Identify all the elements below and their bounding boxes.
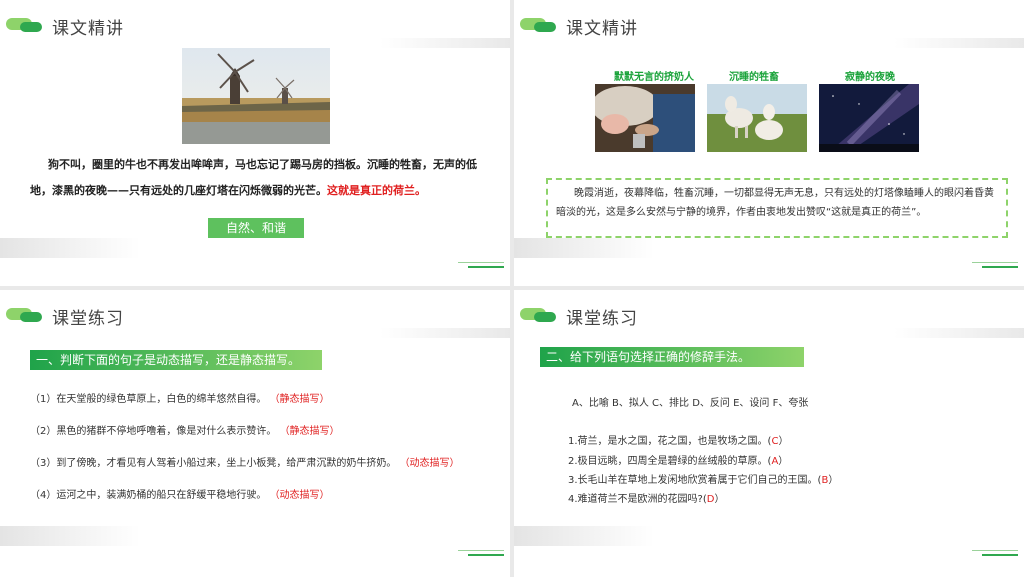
decor-line xyxy=(972,550,1018,551)
slide-title: 课文精讲 xyxy=(52,19,124,39)
question-text: （2）黑色的猪群不停地呼噜着，像是对什么表示赞许。 xyxy=(30,426,277,437)
question-item: 4.难道荷兰不是欧洲的花园吗?(D） xyxy=(568,490,724,505)
image-caption: 寂静的夜晚 xyxy=(845,72,895,83)
decor-line xyxy=(972,262,1018,263)
slide-title: 课堂练习 xyxy=(566,309,638,329)
leaf-logo-icon xyxy=(6,16,42,34)
question-item: （4）运河之中，装满奶桶的船只在舒缓平稳地行驶。 （动态描写） xyxy=(30,486,330,501)
question-item: 2.极目远眺，四周全是碧绿的丝绒般的草原。(A） xyxy=(568,452,788,467)
decor-fade xyxy=(514,526,654,546)
options-line: A、比喻 B、拟人 C、排比 D、反问 E、设问 F、夸张 xyxy=(572,398,809,409)
summary-box: 晚霞消逝，夜幕降临，牲畜沉睡，一切都显得无声无息，只有远处的灯塔像瞌睡人的眼闪着… xyxy=(546,178,1008,238)
question-end: ） xyxy=(714,494,725,505)
theme-tag: 自然、和谐 xyxy=(208,218,304,238)
decor-fade xyxy=(380,38,510,48)
leaf-logo-icon xyxy=(520,306,556,324)
question-text: （4）运河之中，装满奶桶的船只在舒缓平稳地行驶。 xyxy=(30,490,267,501)
question-text: 2.极目远眺，四周全是碧绿的丝绒般的草原。( xyxy=(568,456,772,467)
night-sky-photo xyxy=(819,84,919,152)
answer-text: （静态描写） xyxy=(279,426,340,437)
question-item: 3.长毛山羊在草地上发闲地欣赏着属于它们自己的王国。(B） xyxy=(568,471,838,486)
answer-text: （静态描写） xyxy=(269,394,330,405)
question-text: 4.难道荷兰不是欧洲的花园吗?( xyxy=(568,494,707,505)
question-end: ） xyxy=(778,436,789,447)
question-text: 1.荷兰，是水之国，花之国，也是牧场之国。( xyxy=(568,436,772,447)
image-caption: 沉睡的牲畜 xyxy=(729,72,779,83)
decor-fade xyxy=(894,38,1024,48)
decor-line xyxy=(982,266,1018,268)
answer-text: （动态描写） xyxy=(269,490,330,501)
slide-2: 课文精讲 默默无言的挤奶人 沉睡的牲畜 寂静的夜晚 晚霞消逝，夜幕降临，牲畜沉睡… xyxy=(514,0,1024,286)
decor-fade xyxy=(380,328,510,338)
lambs-photo xyxy=(707,84,807,152)
question-text: 3.长毛山羊在草地上发闲地欣赏着属于它们自己的王国。( xyxy=(568,475,822,486)
slide-4: 课堂练习 二、给下列语句选择正确的修辞手法。 A、比喻 B、拟人 C、排比 D、… xyxy=(514,290,1024,577)
question-item: （1）在天堂般的绿色草原上，白色的绵羊悠然自得。 （静态描写） xyxy=(30,390,330,405)
decor-fade xyxy=(894,328,1024,338)
question-end: ） xyxy=(828,475,839,486)
leaf-logo-icon xyxy=(520,16,556,34)
answer-text: （动态描写） xyxy=(399,458,460,469)
decor-line xyxy=(458,550,504,551)
question-item: （3）到了傍晚，才看见有人驾着小船过来，坐上小板凳，给严肃沉默的奶牛挤奶。 （动… xyxy=(30,454,460,469)
slide-1: 课文精讲 狗不叫，圈里的牛也不再发出哞哞声，马也忘记了踢马房的挡板。沉睡的牲畜，… xyxy=(0,0,510,286)
question-end: ） xyxy=(778,456,789,467)
question-text: （3）到了傍晚，才看见有人驾着小船过来，坐上小板凳，给严肃沉默的奶牛挤奶。 xyxy=(30,458,397,469)
highlight-text: 这就是真正的荷兰。 xyxy=(327,184,426,197)
leaf-logo-icon xyxy=(6,306,42,324)
slide-title: 课文精讲 xyxy=(566,19,638,39)
slide-title: 课堂练习 xyxy=(52,309,124,329)
decor-fade xyxy=(0,526,140,546)
question-item: （2）黑色的猪群不停地呼噜着，像是对什么表示赞许。 （静态描写） xyxy=(30,422,340,437)
decor-line xyxy=(982,554,1018,556)
decor-fade xyxy=(514,238,654,258)
decor-fade xyxy=(0,238,140,258)
milking-photo xyxy=(595,84,695,152)
slide-3: 课堂练习 一、判断下面的句子是动态描写，还是静态描写。 （1）在天堂般的绿色草原… xyxy=(0,290,510,577)
windmill-photo xyxy=(182,48,330,144)
decor-line xyxy=(468,554,504,556)
decor-line xyxy=(458,262,504,263)
exercise-banner: 一、判断下面的句子是动态描写，还是静态描写。 xyxy=(30,350,322,370)
exercise-banner: 二、给下列语句选择正确的修辞手法。 xyxy=(540,347,804,367)
question-item: 1.荷兰，是水之国，花之国，也是牧场之国。(C） xyxy=(568,432,788,447)
question-text: （1）在天堂般的绿色草原上，白色的绵羊悠然自得。 xyxy=(30,394,267,405)
decor-line xyxy=(468,266,504,268)
text-paragraph: 狗不叫，圈里的牛也不再发出哞哞声，马也忘记了踢马房的挡板。沉睡的牲畜，无声的低地… xyxy=(30,152,480,204)
